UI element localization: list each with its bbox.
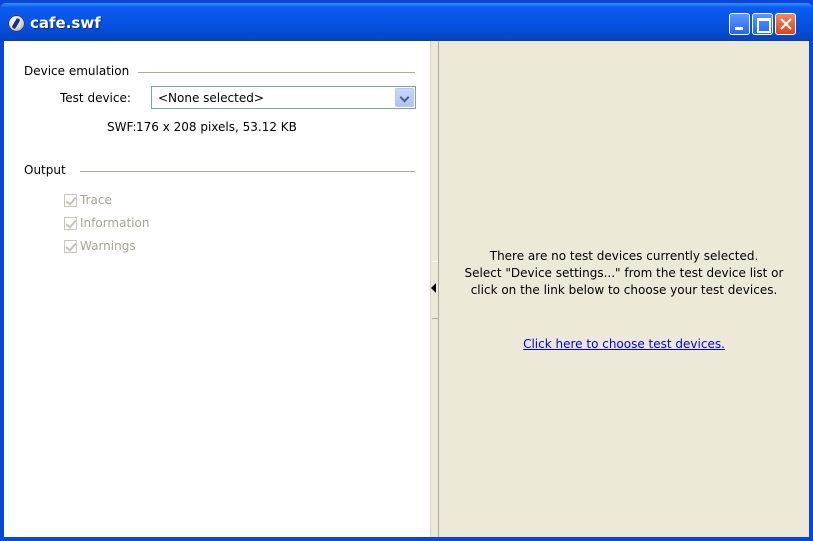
trace-label: Trace — [80, 193, 112, 207]
window-title: cafe.swf — [30, 14, 101, 32]
test-device-value: <None selected> — [158, 91, 264, 105]
message-line: Select "Device settings..." from the tes… — [464, 266, 784, 280]
warnings-checkbox[interactable] — [64, 240, 77, 253]
title-bar[interactable]: cafe.swf — [0, 3, 813, 41]
settings-pane: Device emulation Test device: <None sele… — [4, 41, 430, 537]
collapse-arrow-icon[interactable] — [431, 283, 436, 293]
window-client-area: Device emulation Test device: <None sele… — [4, 41, 809, 537]
information-label: Information — [80, 216, 150, 230]
test-device-label: Test device: — [60, 91, 131, 105]
message-line: click on the link below to choose your t… — [470, 283, 778, 297]
output-divider — [80, 171, 415, 173]
maximize-button[interactable] — [752, 13, 773, 35]
minimize-button[interactable] — [729, 13, 750, 35]
choose-test-devices-link[interactable]: Click here to choose test devices. — [439, 337, 809, 351]
chevron-down-icon[interactable] — [395, 88, 414, 107]
test-device-select[interactable]: <None selected> — [151, 86, 416, 109]
app-window: cafe.swf Device emulation Test device: <… — [0, 0, 813, 541]
trace-checkbox[interactable] — [64, 194, 77, 207]
information-checkbox[interactable] — [64, 217, 77, 230]
no-devices-message: There are no test devices currently sele… — [439, 248, 809, 299]
warnings-label: Warnings — [80, 239, 136, 253]
flash-app-icon — [8, 15, 25, 32]
close-button[interactable] — [775, 13, 796, 35]
swf-info: 176 x 208 pixels, 53.12 KB — [136, 120, 297, 134]
swf-label: SWF: — [107, 120, 137, 134]
device-preview-pane: There are no test devices currently sele… — [439, 41, 809, 537]
message-line: There are no test devices currently sele… — [489, 249, 759, 263]
device-emulation-divider — [138, 72, 415, 74]
device-emulation-heading: Device emulation — [24, 64, 130, 78]
output-heading: Output — [24, 163, 66, 177]
pane-splitter[interactable] — [430, 41, 439, 537]
